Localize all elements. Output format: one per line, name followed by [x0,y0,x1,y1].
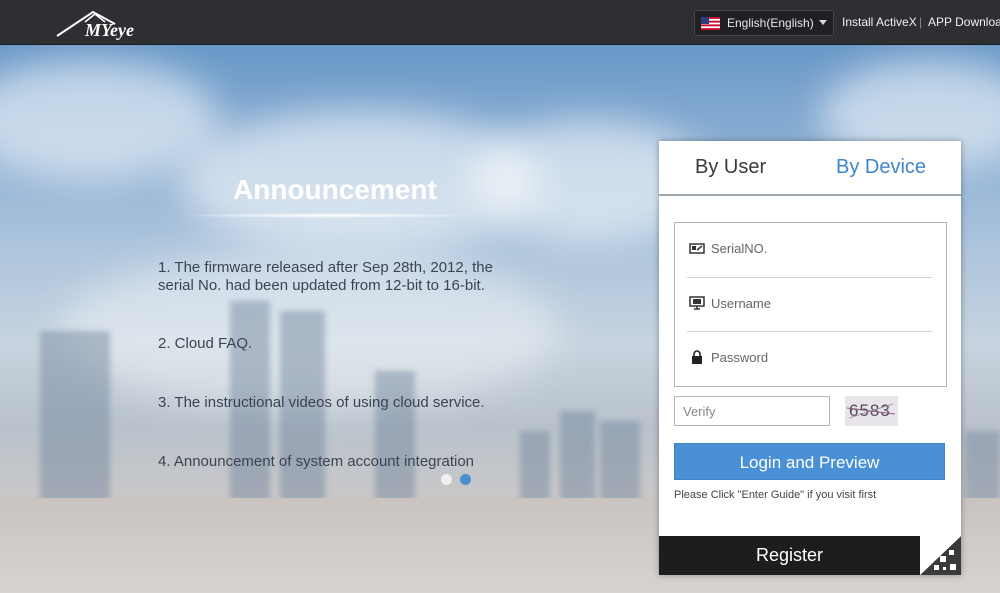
language-select[interactable]: English(English) [694,10,834,36]
announcement-item[interactable]: 4. Announcement of system account integr… [158,453,518,471]
announcement-item[interactable]: 3. The instructional videos of using clo… [158,394,518,412]
announcement-title: Announcement [233,174,437,205]
serial-field[interactable]: SerialNO. [687,223,933,275]
app-download-link[interactable]: APP Download [928,15,1000,29]
username-placeholder: Username [711,296,771,311]
lock-icon [692,350,702,364]
captcha-noise [846,403,896,419]
monitor-icon [689,296,705,310]
building [40,331,110,501]
logo-text: MYeye [84,20,134,40]
login-panel: By User By Device SerialNO. Username Pas… [659,141,961,575]
carousel-dot-active[interactable] [460,474,471,485]
title-underline [180,213,480,218]
announcement-item[interactable]: 2. Cloud FAQ. [158,335,518,353]
password-field[interactable]: Password [687,332,933,384]
tab-by-device[interactable]: By Device [836,156,926,179]
building [520,431,550,501]
building [600,421,640,501]
password-placeholder: Password [711,350,769,365]
language-label: English(English) [727,16,814,30]
myeye-logo: MYeye [56,10,134,40]
credentials-box: SerialNO. Username Password [674,222,947,387]
install-activex-link[interactable]: Install ActiveX [842,15,917,29]
top-bar: MYeye English(English) Install ActiveX |… [0,0,1000,45]
link-separator: | [919,15,923,29]
chevron-down-icon [819,20,827,25]
tab-by-user[interactable]: By User [695,156,766,179]
enter-guide-hint: Please Click "Enter Guide" if you visit … [674,489,877,501]
building [560,411,595,501]
building [965,431,1000,501]
carousel-dot[interactable] [441,474,452,485]
login-button-label: Login and Preview [739,453,880,472]
captcha-image[interactable]: 6583 [845,396,898,426]
serial-placeholder: SerialNO. [711,241,768,256]
login-and-preview-button[interactable]: Login and Preview [674,443,945,480]
us-flag-icon [701,17,720,30]
qr-code-icon[interactable] [920,536,961,575]
register-button-label: Register [755,545,824,565]
building [375,371,415,501]
announcement-item[interactable]: 1. The firmware released after Sep 28th,… [158,259,518,295]
register-button[interactable]: Register [659,536,920,575]
username-field[interactable]: Username [687,278,933,330]
verify-placeholder: Verify [683,404,716,419]
tab-divider [659,194,961,196]
verify-input[interactable]: Verify [674,396,830,426]
camera-icon [689,243,705,254]
